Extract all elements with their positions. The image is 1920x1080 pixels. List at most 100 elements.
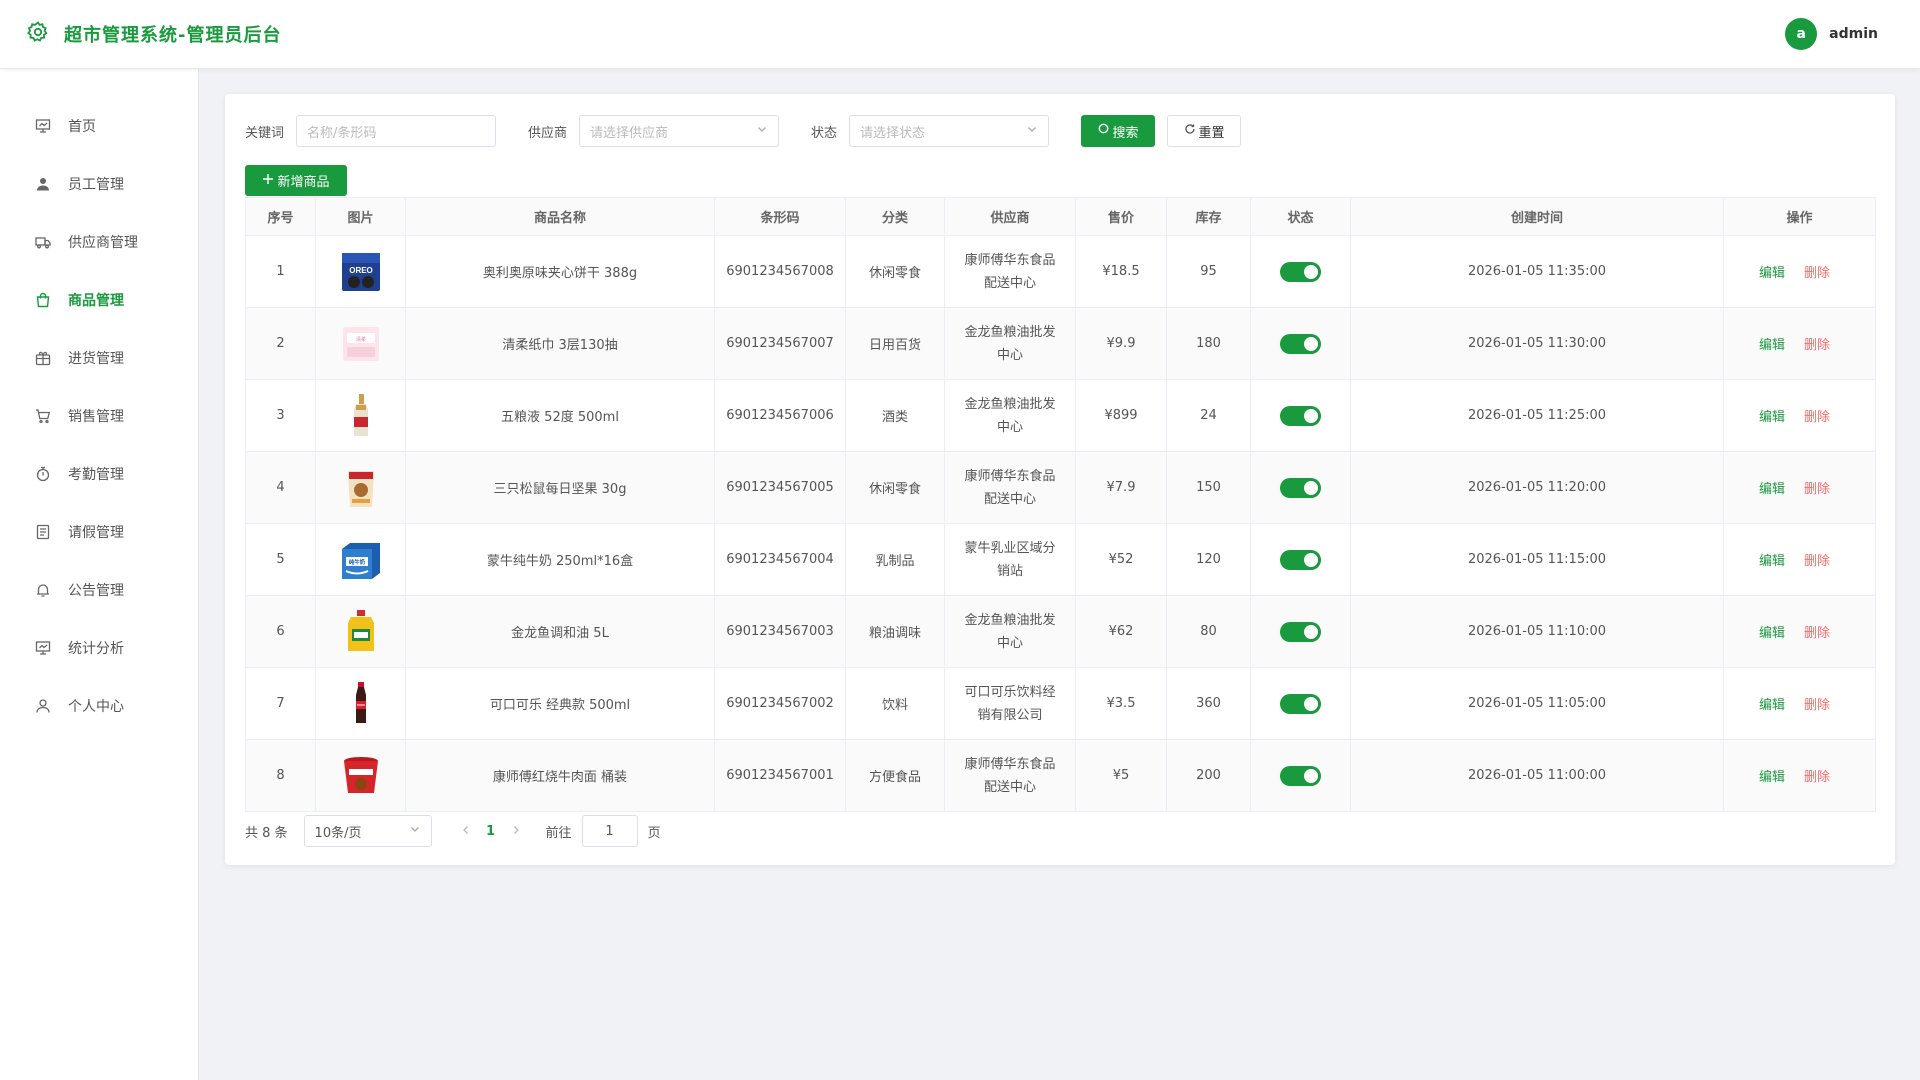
product-stock: 200 — [1166, 739, 1251, 812]
svg-text:OREO: OREO — [349, 266, 373, 275]
page-number-current[interactable]: 1 — [476, 824, 506, 839]
sidebar-item-purchasing[interactable]: 进货管理 — [0, 329, 198, 387]
delete-link[interactable]: 删除 — [1804, 262, 1830, 281]
sidebar-item-profile[interactable]: 个人中心 — [0, 677, 198, 735]
edit-link[interactable]: 编辑 — [1759, 622, 1785, 641]
delete-link[interactable]: 删除 — [1804, 766, 1830, 785]
page-size-select[interactable]: 10条/页 — [303, 815, 432, 847]
next-page-button[interactable] — [506, 824, 526, 839]
total-count: 共 8 条 — [245, 825, 288, 841]
status-toggle[interactable] — [1280, 333, 1321, 354]
sidebar-item-home[interactable]: 首页 — [0, 97, 198, 155]
supplier-select[interactable]: 请选择供应商 — [579, 115, 780, 147]
product-barcode: 6901234567005 — [714, 451, 846, 524]
status-toggle[interactable] — [1280, 621, 1321, 642]
sidebar-item-attendance[interactable]: 考勤管理 — [0, 445, 198, 503]
status-toggle[interactable] — [1280, 405, 1321, 426]
sidebar-item-statistics[interactable]: 统计分析 — [0, 619, 198, 677]
edit-link[interactable]: 编辑 — [1759, 406, 1785, 425]
product-name: 康师傅红烧牛肉面 桶装 — [405, 739, 715, 812]
product-price: ¥899 — [1075, 379, 1167, 452]
search-button[interactable]: 搜索 — [1081, 115, 1156, 147]
add-product-button[interactable]: 新增商品 — [245, 165, 347, 196]
sidebar-item-label: 销售管理 — [68, 409, 124, 425]
col-header-stock: 库存 — [1166, 197, 1251, 236]
row-index: 7 — [245, 667, 316, 740]
status-toggle[interactable] — [1280, 477, 1321, 498]
pagination: 共 8 条 10条/页 1 前往 1 页 — [245, 815, 661, 847]
product-supplier: 金龙鱼粮油批发中心 — [944, 595, 1076, 668]
product-category: 方便食品 — [845, 739, 945, 812]
svg-text:纯牛奶: 纯牛奶 — [348, 558, 365, 566]
product-supplier: 康师傅华东食品配送中心 — [944, 235, 1076, 308]
delete-link[interactable]: 删除 — [1804, 622, 1830, 641]
sidebar-item-label: 商品管理 — [68, 293, 124, 309]
edit-link[interactable]: 编辑 — [1759, 262, 1785, 281]
edit-link[interactable]: 编辑 — [1759, 334, 1785, 353]
cola-product-image — [355, 681, 366, 723]
product-stock: 120 — [1166, 523, 1251, 596]
delete-link[interactable]: 删除 — [1804, 334, 1830, 353]
sidebar-item-leave[interactable]: 请假管理 — [0, 503, 198, 561]
edit-link[interactable]: 编辑 — [1759, 766, 1785, 785]
col-header-name: 商品名称 — [405, 197, 715, 236]
sidebar-item-sales[interactable]: 销售管理 — [0, 387, 198, 445]
search-button-label: 搜索 — [1112, 125, 1139, 141]
delete-link[interactable]: 删除 — [1804, 550, 1830, 569]
status-toggle[interactable] — [1280, 261, 1321, 282]
user-menu[interactable]: a admin — [1785, 18, 1878, 50]
sidebar-item-label: 供应商管理 — [68, 235, 138, 251]
status-toggle[interactable] — [1280, 693, 1321, 714]
sidebar-item-suppliers[interactable]: 供应商管理 — [0, 213, 198, 271]
supplier-label: 供应商 — [528, 125, 568, 141]
sidebar-item-announcements[interactable]: 公告管理 — [0, 561, 198, 619]
user-icon — [34, 175, 52, 193]
delete-link[interactable]: 删除 — [1804, 406, 1830, 425]
product-name: 三只松鼠每日坚果 30g — [405, 451, 715, 524]
actions-cell: 编辑 删除 — [1723, 595, 1876, 668]
keyword-input[interactable]: 名称/条形码 — [296, 115, 497, 147]
col-header-category: 分类 — [845, 197, 945, 236]
product-price: ¥9.9 — [1075, 307, 1167, 380]
status-toggle[interactable] — [1280, 765, 1321, 786]
col-header-supplier: 供应商 — [944, 197, 1076, 236]
product-name: 蒙牛纯牛奶 250ml*16盒 — [405, 523, 715, 596]
product-stock: 95 — [1166, 235, 1251, 308]
product-image-cell — [315, 739, 406, 812]
col-header-image: 图片 — [315, 197, 406, 236]
sidebar-item-products[interactable]: 商品管理 — [0, 271, 198, 329]
product-created: 2026-01-05 11:05:00 — [1350, 667, 1724, 740]
product-barcode: 6901234567002 — [714, 667, 846, 740]
product-created: 2026-01-05 11:35:00 — [1350, 235, 1724, 308]
edit-link[interactable]: 编辑 — [1759, 550, 1785, 569]
status-cell — [1250, 595, 1351, 668]
delete-link[interactable]: 删除 — [1804, 694, 1830, 713]
avatar[interactable]: a — [1785, 18, 1818, 50]
nuts-product-image — [347, 470, 374, 507]
sidebar-item-label: 员工管理 — [68, 177, 124, 193]
product-supplier: 康师傅华东食品配送中心 — [944, 739, 1076, 812]
table-row: 1 OREO 奥利奥原味夹心饼干 388g 6901234567008 休闲零食… — [245, 235, 1876, 308]
product-stock: 150 — [1166, 451, 1251, 524]
edit-link[interactable]: 编辑 — [1759, 694, 1785, 713]
product-supplier: 蒙牛乳业区域分销站 — [944, 523, 1076, 596]
package-icon — [34, 349, 52, 367]
reset-button[interactable]: 重置 — [1167, 115, 1242, 147]
status-select[interactable]: 请选择状态 — [849, 115, 1050, 147]
product-name: 奥利奥原味夹心饼干 388g — [405, 235, 715, 308]
edit-link[interactable]: 编辑 — [1759, 478, 1785, 497]
prev-page-button[interactable] — [456, 824, 476, 839]
goto-page-input[interactable]: 1 — [581, 815, 638, 847]
status-toggle[interactable] — [1280, 549, 1321, 570]
product-created: 2026-01-05 11:25:00 — [1350, 379, 1724, 452]
product-image-cell — [315, 595, 406, 668]
product-price: ¥5 — [1075, 739, 1167, 812]
delete-link[interactable]: 删除 — [1804, 478, 1830, 497]
sidebar-item-employees[interactable]: 员工管理 — [0, 155, 198, 213]
product-image-cell — [315, 451, 406, 524]
status-cell — [1250, 307, 1351, 380]
sidebar-item-label: 请假管理 — [68, 525, 124, 541]
username[interactable]: admin — [1829, 26, 1878, 42]
product-created: 2026-01-05 11:10:00 — [1350, 595, 1724, 668]
goto-label: 前往 — [545, 825, 572, 841]
